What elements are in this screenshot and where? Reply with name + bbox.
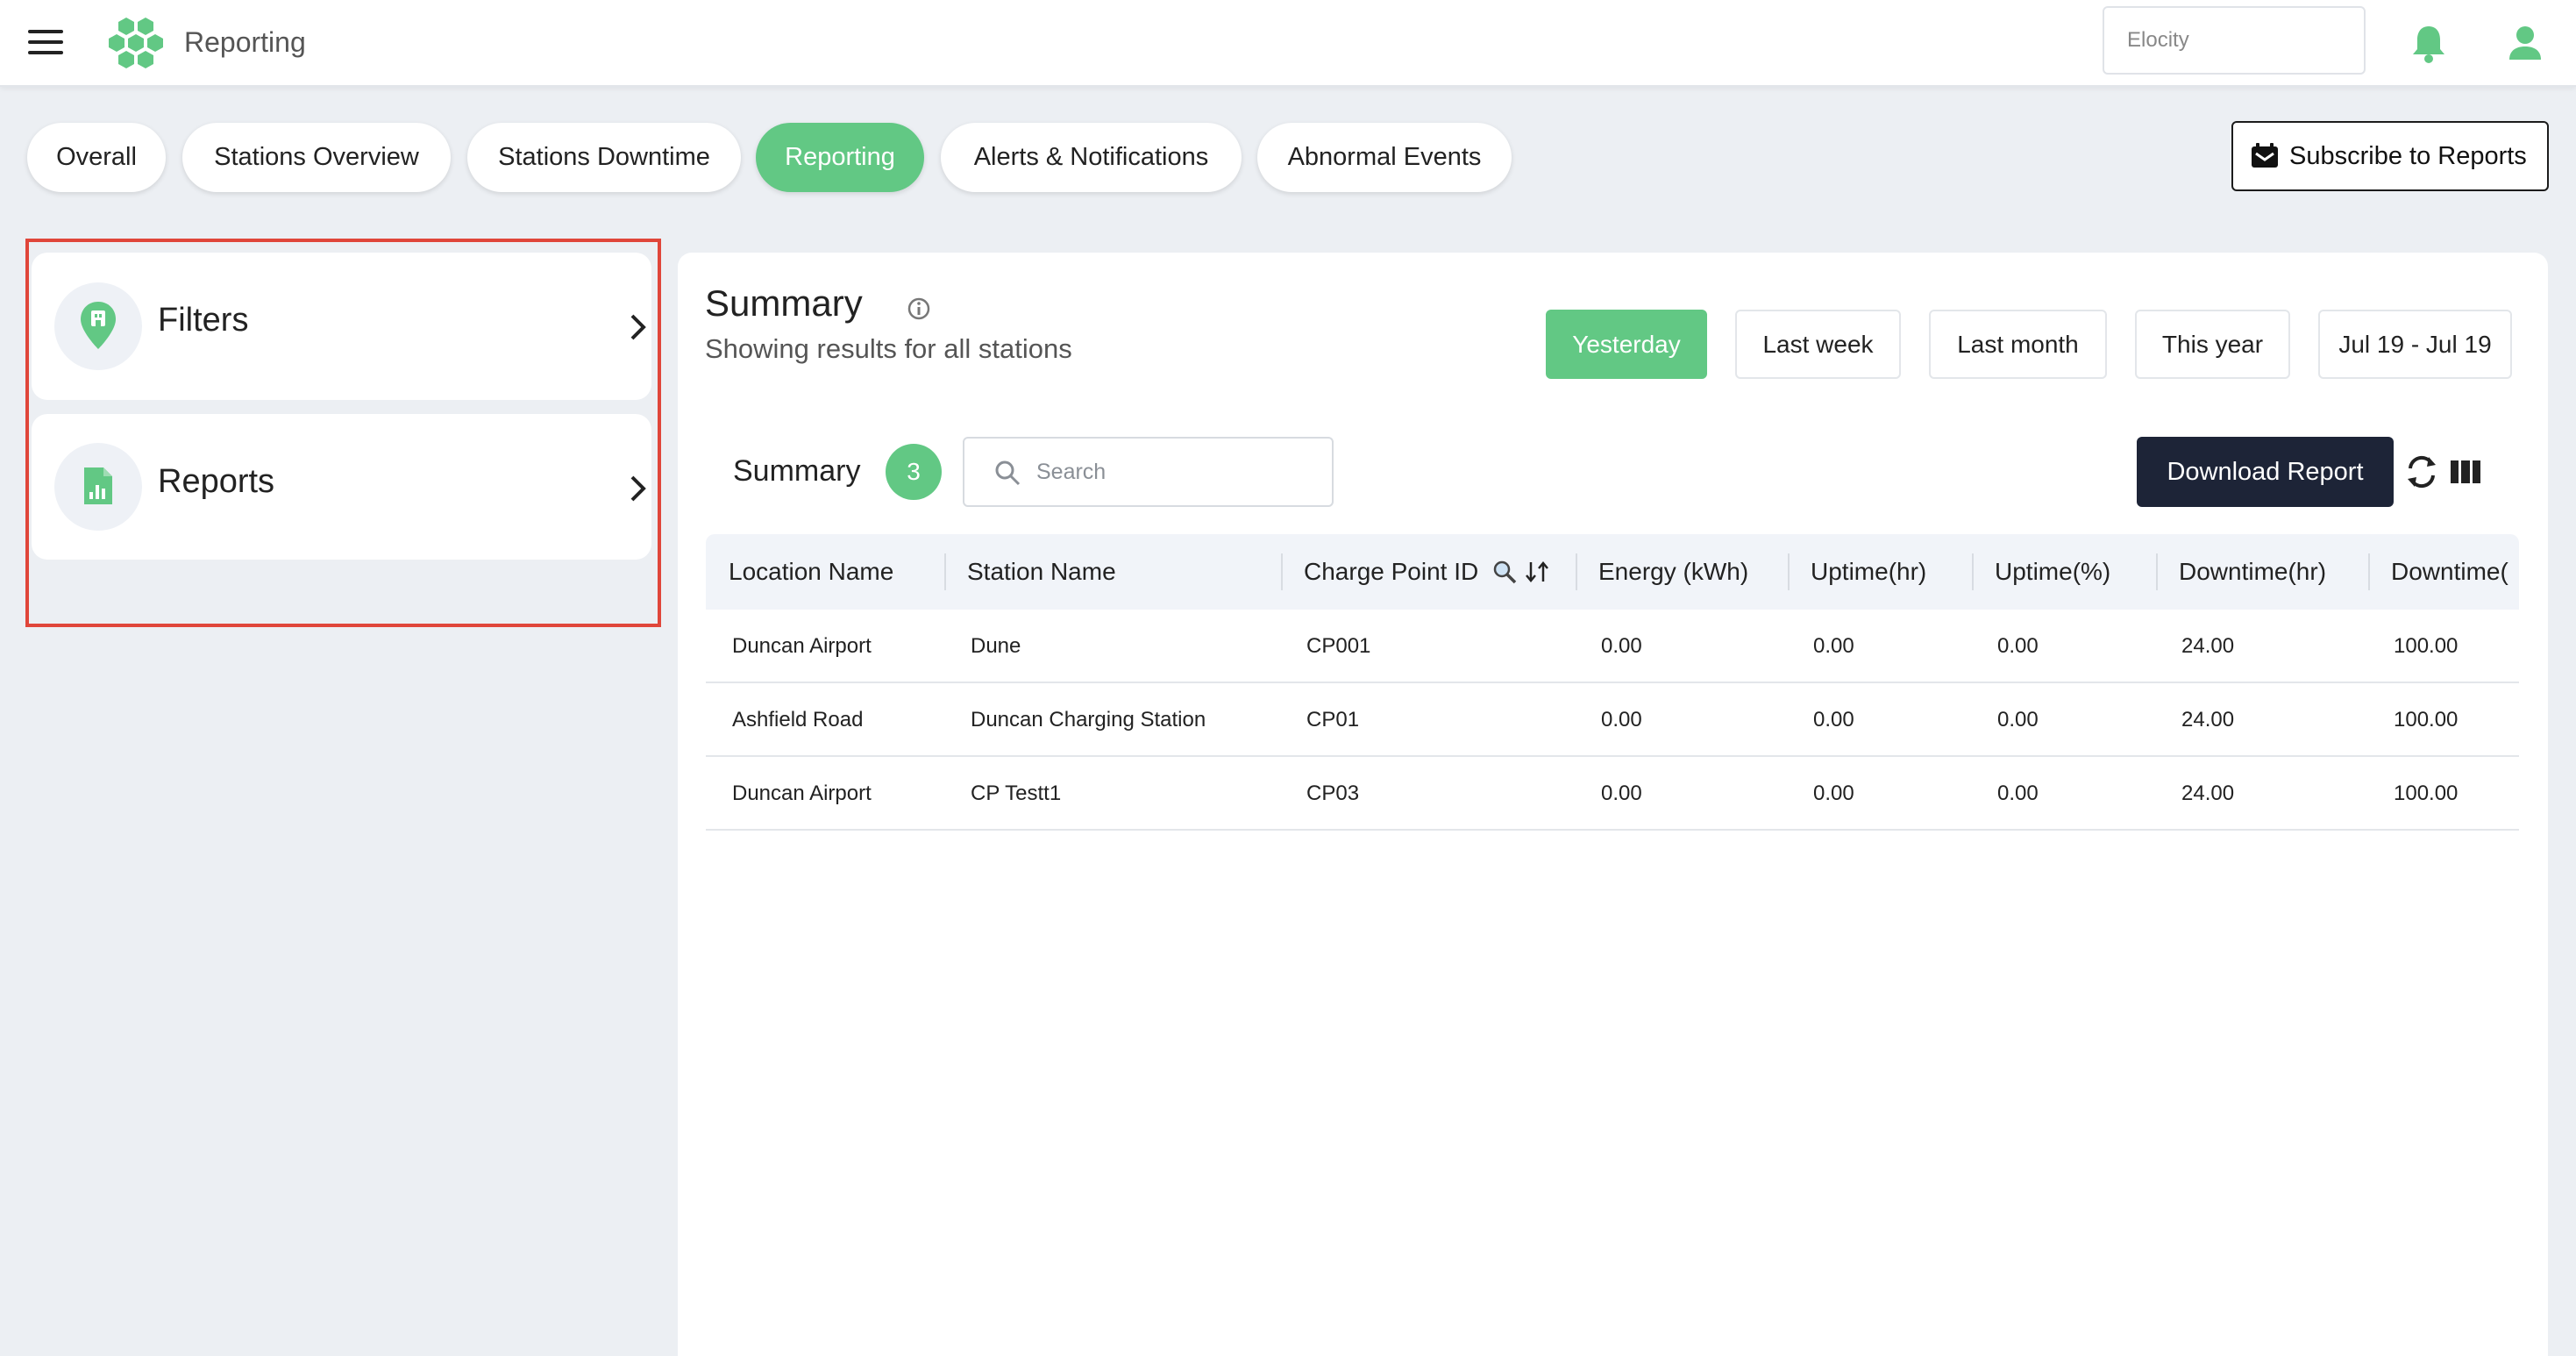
cell-charge-point-id: CP001 — [1306, 634, 1371, 658]
table-row[interactable]: Duncan Airport Dune CP001 0.00 0.00 0.00… — [706, 610, 2519, 683]
user-account-icon[interactable] — [2508, 25, 2543, 61]
column-header-charge-point-id[interactable]: Charge Point ID — [1304, 534, 1478, 610]
column-divider — [1576, 553, 1577, 590]
cell-charge-point-id: CP03 — [1306, 781, 1360, 805]
cell-charge-point-id: CP01 — [1306, 708, 1360, 732]
count-badge: 3 — [886, 444, 942, 500]
cell-location-name: Duncan Airport — [732, 781, 872, 805]
table-title: Summary — [733, 454, 861, 488]
cell-downtime-percent: 100.00 — [2394, 634, 2459, 658]
cell-energy: 0.00 — [1601, 781, 1642, 805]
search-icon — [995, 460, 1021, 486]
calendar-mail-icon — [2252, 143, 2278, 168]
column-search-icon[interactable] — [1491, 559, 1518, 585]
summary-subtitle: Showing results for all stations — [705, 333, 1072, 364]
cell-station-name: Duncan Charging Station — [971, 708, 1206, 732]
top-header: Reporting Elocity — [0, 0, 2576, 87]
cell-downtime-hr: 24.00 — [2181, 634, 2235, 658]
table-row[interactable]: Ashfield Road Duncan Charging Station CP… — [706, 683, 2519, 757]
column-header-location-name[interactable]: Location Name — [729, 534, 893, 610]
sidebar-item-label: Filters — [158, 302, 249, 339]
cell-uptime-percent: 0.00 — [1997, 708, 2039, 732]
cell-uptime-hr: 0.00 — [1813, 781, 1854, 805]
subscribe-to-reports-button[interactable]: Subscribe to Reports — [2231, 121, 2549, 191]
range-this-year-button[interactable]: This year — [2135, 310, 2290, 379]
cell-downtime-hr: 24.00 — [2181, 781, 2235, 805]
summary-table: Location Name Station Name Charge Point … — [706, 534, 2519, 832]
organization-select[interactable]: Elocity — [2103, 6, 2366, 75]
cell-downtime-percent: 100.00 — [2394, 708, 2459, 732]
cell-location-name: Duncan Airport — [732, 634, 872, 658]
column-divider — [1972, 553, 1974, 590]
subscribe-label: Subscribe to Reports — [2289, 142, 2527, 170]
summary-title: Summary — [705, 282, 863, 324]
cell-energy: 0.00 — [1601, 634, 1642, 658]
column-header-uptime-percent[interactable]: Uptime(%) — [1995, 534, 2110, 610]
map-pin-icon — [81, 302, 116, 349]
cell-station-name: CP Testt1 — [971, 781, 1062, 805]
tab-reporting[interactable]: Reporting — [756, 123, 924, 192]
chevron-right-icon — [630, 475, 646, 502]
reports-icon-circle — [54, 443, 142, 531]
sort-icon[interactable] — [1523, 559, 1551, 585]
column-divider — [2368, 553, 2370, 590]
column-header-downtime-hr[interactable]: Downtime(hr) — [2179, 534, 2326, 610]
filters-icon-circle — [54, 282, 142, 370]
columns-toggle-icon[interactable] — [2450, 458, 2481, 486]
notification-bell-icon[interactable] — [2409, 23, 2448, 63]
column-header-energy[interactable]: Energy (kWh) — [1598, 534, 1748, 610]
cell-downtime-percent: 100.00 — [2394, 781, 2459, 805]
cell-uptime-hr: 0.00 — [1813, 634, 1854, 658]
sidebar-item-label: Reports — [158, 463, 275, 500]
column-header-downtime-percent[interactable]: Downtime( — [2391, 534, 2508, 610]
table-row[interactable]: Duncan Airport CP Testt1 CP03 0.00 0.00 … — [706, 757, 2519, 831]
date-range-picker[interactable]: Jul 19 - Jul 19 — [2318, 310, 2512, 379]
tab-alerts-notifications[interactable]: Alerts & Notifications — [941, 123, 1242, 192]
cell-uptime-percent: 0.00 — [1997, 634, 2039, 658]
range-last-month-button[interactable]: Last month — [1929, 310, 2107, 379]
download-report-button[interactable]: Download Report — [2137, 437, 2394, 507]
tab-stations-downtime[interactable]: Stations Downtime — [467, 123, 741, 192]
refresh-icon[interactable] — [2404, 454, 2439, 489]
cell-location-name: Ashfield Road — [732, 708, 864, 732]
sidebar-item-filters[interactable]: Filters — [32, 253, 651, 400]
hexagon-logo-icon — [109, 18, 163, 68]
column-header-station-name[interactable]: Station Name — [967, 534, 1116, 610]
tab-stations-overview[interactable]: Stations Overview — [182, 123, 451, 192]
column-header-uptime-hr[interactable]: Uptime(hr) — [1811, 534, 1926, 610]
chevron-right-icon — [630, 314, 646, 340]
info-icon[interactable] — [907, 296, 931, 321]
range-last-week-button[interactable]: Last week — [1735, 310, 1901, 379]
cell-uptime-hr: 0.00 — [1813, 708, 1854, 732]
search-input[interactable] — [1036, 451, 1317, 493]
cell-uptime-percent: 0.00 — [1997, 781, 2039, 805]
table-header: Location Name Station Name Charge Point … — [706, 534, 2519, 610]
column-divider — [1281, 553, 1283, 590]
column-divider — [1788, 553, 1790, 590]
column-divider — [2156, 553, 2158, 590]
cell-energy: 0.00 — [1601, 708, 1642, 732]
sidebar-item-reports[interactable]: Reports — [32, 414, 651, 560]
hamburger-menu-icon[interactable] — [28, 30, 63, 56]
report-chart-icon — [84, 467, 112, 504]
range-yesterday-button[interactable]: Yesterday — [1546, 310, 1707, 379]
tab-overall[interactable]: Overall — [27, 123, 166, 192]
cell-downtime-hr: 24.00 — [2181, 708, 2235, 732]
app-title: Reporting — [184, 26, 306, 58]
search-field[interactable] — [963, 437, 1334, 507]
column-divider — [944, 553, 946, 590]
tab-abnormal-events[interactable]: Abnormal Events — [1257, 123, 1512, 192]
cell-station-name: Dune — [971, 634, 1021, 658]
